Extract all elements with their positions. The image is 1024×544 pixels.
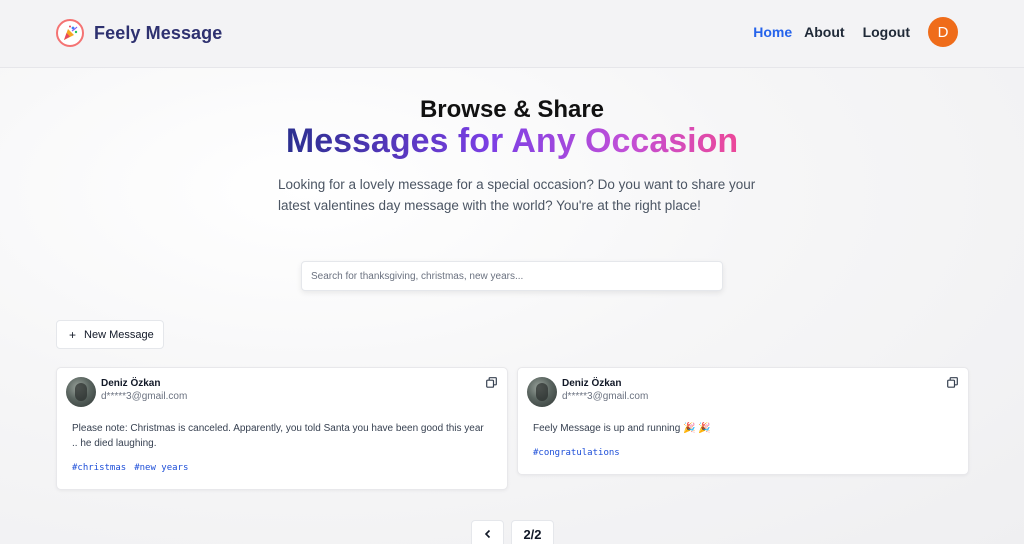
nav-logout-link[interactable]: Logout: [863, 24, 910, 40]
author-email: d*****3@gmail.com: [562, 391, 649, 402]
navbar: Feely Message Home About Logout D: [0, 0, 1024, 68]
main-nav: Home About Logout D: [753, 17, 958, 47]
pagination-prev-button[interactable]: [471, 520, 504, 544]
author-email: d*****3@gmail.com: [101, 391, 188, 402]
copy-icon[interactable]: [947, 377, 958, 388]
author-name: Deniz Özkan: [562, 378, 622, 389]
nav-home-link[interactable]: Home: [753, 24, 792, 40]
brand[interactable]: Feely Message: [56, 19, 222, 47]
new-message-button[interactable]: + New Message: [56, 320, 164, 349]
user-avatar[interactable]: D: [928, 17, 958, 47]
new-message-label: New Message: [84, 328, 154, 341]
author-avatar: [527, 377, 557, 407]
tag-list: #congratulations: [533, 448, 620, 458]
message-card: Deniz Özkan d*****3@gmail.com Feely Mess…: [517, 367, 969, 475]
pagination-indicator: 2/2: [511, 520, 554, 544]
chevron-left-icon: [484, 529, 490, 539]
hero-description: Looking for a lovely message for a speci…: [278, 177, 756, 213]
tag-link[interactable]: #christmas: [72, 463, 126, 473]
copy-icon[interactable]: [486, 377, 497, 388]
author-avatar: [66, 377, 96, 407]
message-card: Deniz Özkan d*****3@gmail.com Please not…: [56, 367, 508, 490]
message-text: Please note: Christmas is canceled. Appa…: [72, 423, 484, 449]
tag-list: #christmas #new years: [72, 463, 188, 473]
message-text: Feely Message is up and running 🎉 🎉: [533, 423, 711, 434]
hero-title-line2: Messages for Any Occasion: [0, 122, 1024, 161]
tag-link[interactable]: #new years: [134, 463, 188, 473]
plus-icon: +: [69, 327, 77, 342]
search-input[interactable]: [301, 261, 723, 291]
tag-link[interactable]: #congratulations: [533, 448, 620, 458]
nav-about-link[interactable]: About: [804, 24, 844, 40]
brand-name: Feely Message: [94, 22, 223, 43]
party-popper-icon: [56, 19, 84, 47]
author-name: Deniz Özkan: [101, 378, 161, 389]
hero-gradient-text: Messages for Any Occasion: [285, 122, 739, 160]
hero-title-line1: Browse & Share: [419, 96, 605, 123]
